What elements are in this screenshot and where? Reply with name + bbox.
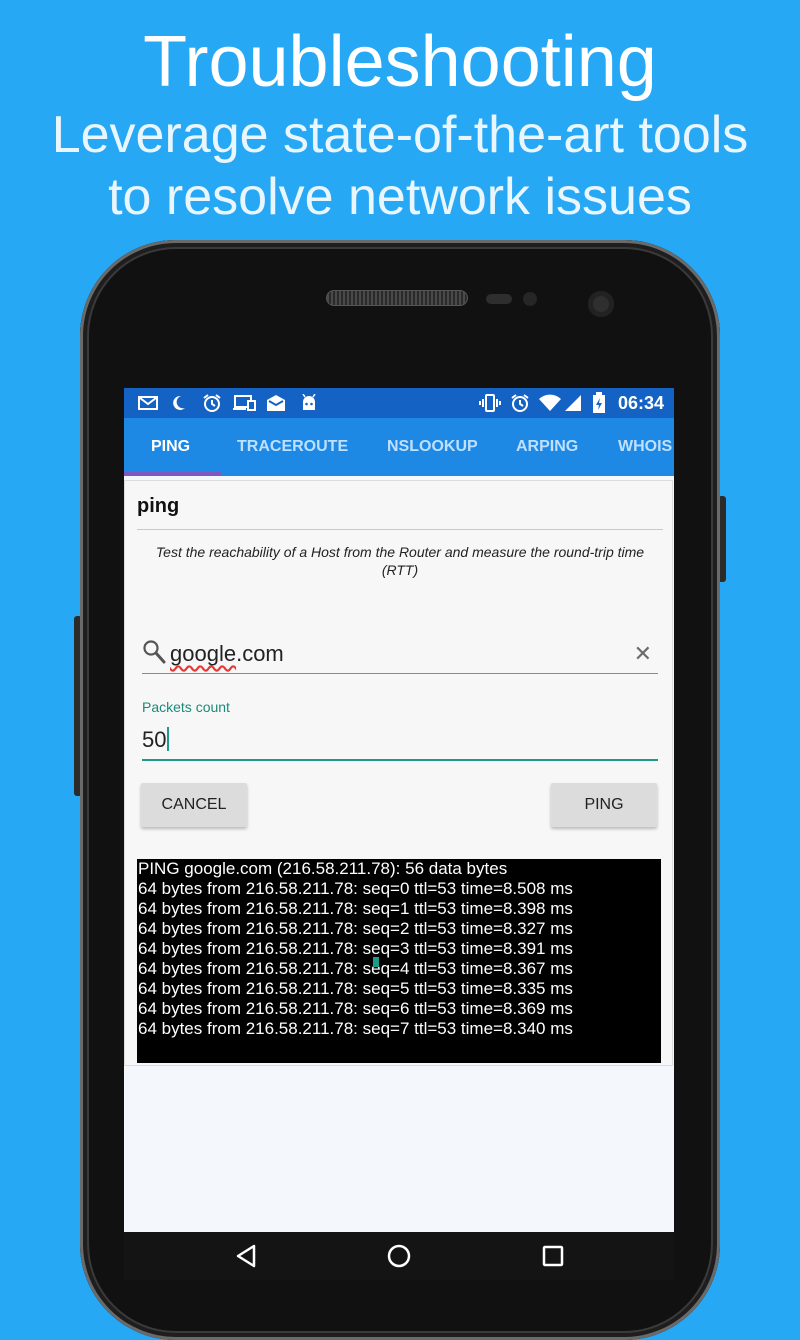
cast-icon xyxy=(233,395,256,411)
recents-icon[interactable] xyxy=(539,1232,567,1280)
console-line: 64 bytes from 216.58.211.78: seq=5 ttl=5… xyxy=(138,979,573,998)
host-input-suffix: .com xyxy=(236,641,284,666)
text-cursor xyxy=(167,727,170,751)
home-icon[interactable] xyxy=(385,1232,413,1280)
proximity-sensor xyxy=(486,294,512,304)
tab-nslookup[interactable]: NSLOOKUP xyxy=(387,418,478,476)
search-icon xyxy=(143,640,166,664)
moon-icon xyxy=(173,395,185,410)
packets-count-field[interactable]: 50 xyxy=(142,719,658,761)
close-icon[interactable]: ✕ xyxy=(634,641,652,667)
alarm-icon xyxy=(511,394,529,412)
host-input-value[interactable]: google.com xyxy=(170,641,284,667)
packets-count-value: 50 xyxy=(142,727,167,752)
vibrate-icon xyxy=(479,394,501,412)
headline-line-2: Leverage state-of-the-art tools xyxy=(51,106,749,164)
card-description: Test the reachability of a Host from the… xyxy=(155,544,645,578)
app-screen: 06:34 PING TRACEROUTE NSLOOKUP ARPING WH… xyxy=(124,388,674,1280)
signal-icon xyxy=(565,395,581,411)
active-tab-indicator xyxy=(124,472,221,476)
tab-bar: PING TRACEROUTE NSLOOKUP ARPING WHOIS xyxy=(124,418,674,476)
console-line: PING google.com (216.58.211.78): 56 data… xyxy=(138,859,508,878)
front-camera xyxy=(588,291,614,317)
tab-traceroute[interactable]: TRACEROUTE xyxy=(237,418,348,476)
tab-whois[interactable]: WHOIS xyxy=(618,418,672,476)
console-line: 64 bytes from 216.58.211.78: seq=7 ttl=5… xyxy=(138,1019,573,1038)
scroll-indicator xyxy=(373,957,379,967)
inbox-icon xyxy=(267,395,285,411)
cancel-button[interactable]: CANCEL xyxy=(141,783,247,827)
console-line: 64 bytes from 216.58.211.78: seq=4 ttl=5… xyxy=(138,959,573,978)
back-icon[interactable] xyxy=(232,1232,260,1280)
card-title: ping xyxy=(137,495,180,517)
console-line: 64 bytes from 216.58.211.78: seq=6 ttl=5… xyxy=(138,999,573,1018)
status-bar: 06:34 xyxy=(124,388,674,418)
navigation-bar xyxy=(124,1232,674,1280)
packets-count-input[interactable]: 50 xyxy=(142,727,170,753)
earpiece-speaker xyxy=(326,290,468,306)
packets-count-label: Packets count xyxy=(142,699,230,715)
host-input-word: google xyxy=(170,641,237,666)
ping-button[interactable]: PING xyxy=(551,783,657,827)
wifi-icon xyxy=(539,394,561,411)
android-icon xyxy=(302,394,316,410)
console-line: 64 bytes from 216.58.211.78: seq=1 ttl=5… xyxy=(138,899,573,918)
console-line: 64 bytes from 216.58.211.78: seq=2 ttl=5… xyxy=(138,919,573,938)
ping-card: ping Test the reachability of a Host fro… xyxy=(124,480,673,1066)
light-sensor xyxy=(523,292,537,306)
divider xyxy=(137,529,663,530)
ping-output-console: PING google.com (216.58.211.78): 56 data… xyxy=(137,859,661,1063)
console-line: 64 bytes from 216.58.211.78: seq=3 ttl=5… xyxy=(138,939,573,958)
console-line: 64 bytes from 216.58.211.78: seq=0 ttl=5… xyxy=(138,879,573,898)
headline-line-3: to resolve network issues xyxy=(108,168,692,226)
tab-arping[interactable]: ARPING xyxy=(516,418,578,476)
host-search-field[interactable]: google.com ✕ xyxy=(142,637,658,674)
mail-icon xyxy=(138,396,158,410)
headline-title: Troubleshooting xyxy=(143,22,657,102)
clock: 06:34 xyxy=(617,393,664,413)
battery-icon xyxy=(593,392,605,413)
tab-ping[interactable]: PING xyxy=(151,418,190,476)
alarm-icon xyxy=(203,394,221,412)
